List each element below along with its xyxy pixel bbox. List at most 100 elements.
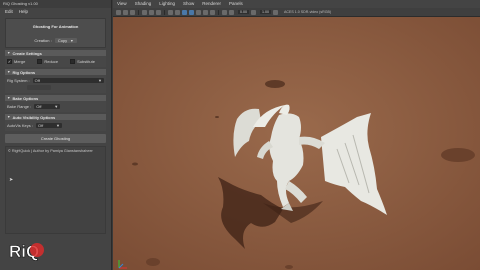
creation-label: Creation : — [34, 38, 52, 43]
ghosting-tool-panel: RiQ Ghosting v1.00 Edit Help Ghosting Fo… — [0, 0, 112, 270]
merge-checkbox[interactable]: ✓ — [7, 59, 12, 64]
creation-row: Creation : Copy ▼ — [6, 38, 105, 43]
creation-value: Copy — [57, 38, 68, 43]
pebble — [132, 162, 138, 166]
collapse-arrow-icon: ▼ — [7, 51, 11, 55]
logo-badge-icon — [30, 243, 44, 257]
credits-text: © RigHQuick | Author by Pamiya Gianstans… — [8, 149, 93, 153]
menu-lighting[interactable]: Lighting — [159, 1, 175, 7]
xray-icon[interactable] — [210, 9, 215, 15]
caret-down-icon: ▼ — [55, 123, 60, 128]
merge-option[interactable]: ✓ Merge — [7, 58, 25, 65]
rig-system-row: Rig System : Off ▼ — [7, 77, 104, 84]
bake-options-title: Bake Options — [12, 95, 39, 101]
collapse-arrow-icon: ▼ — [7, 115, 11, 119]
isolate-icon[interactable] — [222, 9, 227, 15]
rig-options-title: Rig Options — [12, 69, 36, 75]
rock — [146, 258, 160, 266]
shadows-icon[interactable] — [196, 9, 201, 15]
rock — [285, 265, 293, 269]
autovis-keys-label: AutoVis Keys : — [7, 123, 33, 128]
reduce-checkbox[interactable] — [37, 59, 43, 64]
menu-edit[interactable]: Edit — [5, 9, 13, 15]
toolbar-divider — [138, 9, 139, 15]
panel-footer: © RigHQuick | Author by Pamiya Gianstans… — [5, 146, 106, 234]
colorspace-label[interactable]: ACES 1.0 SDR-video (sRGB) — [284, 10, 331, 14]
select-camera-icon[interactable] — [116, 9, 121, 15]
create-settings-section: ▼ Create Settings ✓ Merge Reduce Substit… — [5, 50, 106, 67]
ghosting-header: Ghosting For Animation Creation : Copy ▼ — [5, 18, 106, 48]
grid-icon[interactable] — [142, 9, 147, 15]
toolbar-divider — [164, 9, 165, 15]
3d-viewport[interactable] — [113, 17, 480, 270]
collapse-arrow-icon: ▼ — [7, 96, 11, 100]
bake-options-body: Bake Range : Off ▼ — [5, 101, 106, 112]
toolbar-divider — [218, 9, 219, 15]
bake-range-label: Bake Range : — [7, 104, 32, 109]
exposure-field[interactable]: 0.00 — [238, 10, 249, 14]
substitute-label: Substitute — [77, 59, 95, 64]
lock-camera-icon[interactable] — [123, 9, 128, 15]
reduce-label: Reduce — [44, 59, 59, 64]
autovis-keys-dropdown[interactable]: Off ▼ — [35, 123, 62, 128]
panel-menubar: Edit Help — [0, 8, 111, 16]
exposure-icon[interactable] — [229, 9, 234, 15]
window-title: RiQ Ghosting v1.00 — [0, 0, 111, 8]
viewport-menubar: View Shading Lighting Show Renderer Pane… — [113, 0, 480, 8]
bake-options-section: ▼ Bake Options Bake Range : Off ▼ — [5, 95, 106, 112]
rock — [441, 148, 475, 162]
substitute-checkbox[interactable] — [70, 59, 76, 64]
ambient-occlusion-icon[interactable] — [203, 9, 208, 15]
caret-down-icon: ▼ — [98, 78, 102, 83]
create-settings-body: ✓ Merge Reduce Substitute — [5, 56, 106, 67]
collapse-arrow-icon: ▼ — [7, 70, 11, 74]
riq-logo: RiQ — [9, 242, 44, 261]
gamma-field[interactable]: 1.00 — [260, 10, 271, 14]
caret-down-icon: ▼ — [70, 39, 74, 43]
create-options-row: ✓ Merge Reduce Substitute — [7, 58, 104, 65]
menu-view[interactable]: View — [117, 1, 127, 7]
rig-system-value: Off — [34, 78, 40, 83]
pebble — [215, 116, 219, 118]
scene — [113, 17, 480, 270]
merge-label: Merge — [14, 59, 26, 64]
bake-range-dropdown[interactable]: Off ▼ — [34, 104, 61, 109]
rig-name-field[interactable] — [27, 85, 51, 90]
textured-icon[interactable] — [182, 9, 187, 15]
color-management-icon[interactable] — [273, 9, 278, 15]
lights-icon[interactable] — [189, 9, 194, 15]
menu-help[interactable]: Help — [19, 9, 28, 15]
menu-show[interactable]: Show — [183, 1, 194, 7]
cursor-icon: ➤ — [9, 177, 14, 183]
creation-dropdown[interactable]: Copy ▼ — [54, 38, 77, 43]
auto-visibility-body: AutoVis Keys : Off ▼ — [5, 120, 106, 131]
gamma-icon[interactable] — [251, 9, 256, 15]
caret-down-icon: ▼ — [54, 104, 59, 109]
film-gate-icon[interactable] — [149, 9, 154, 15]
autovis-keys-row: AutoVis Keys : Off ▼ — [7, 122, 104, 129]
wireframe-icon[interactable] — [168, 9, 173, 15]
rig-system-dropdown[interactable]: Off ▼ — [32, 78, 104, 83]
substitute-option[interactable]: Substitute — [70, 58, 95, 65]
menu-renderer[interactable]: Renderer — [202, 1, 221, 7]
smooth-shade-icon[interactable] — [175, 9, 180, 15]
menu-panels[interactable]: Panels — [229, 1, 243, 7]
viewport-toolbar: 0.00 1.00 ACES 1.0 SDR-video (sRGB) — [113, 8, 480, 17]
rig-options-section: ▼ Rig Options Rig System : Off ▼ — [5, 69, 106, 93]
menu-shading[interactable]: Shading — [135, 1, 152, 7]
panel-heading: Ghosting For Animation — [32, 24, 79, 29]
resolution-gate-icon[interactable] — [156, 9, 161, 15]
create-ghosting-button[interactable]: Create Ghosting — [5, 134, 106, 143]
create-settings-title: Create Settings — [12, 50, 42, 56]
rock — [265, 80, 285, 88]
axis-gizmo-icon — [118, 260, 127, 269]
bookmark-icon[interactable] — [130, 9, 135, 15]
auto-visibility-title: Auto Visibility Options — [12, 114, 56, 120]
rig-options-body: Rig System : Off ▼ — [5, 75, 106, 93]
bake-range-value: Off — [36, 104, 42, 109]
rig-system-label: Rig System : — [7, 78, 30, 83]
reduce-option[interactable]: Reduce — [37, 58, 58, 65]
auto-visibility-section: ▼ Auto Visibility Options AutoVis Keys :… — [5, 114, 106, 131]
autovis-keys-value: Off — [37, 123, 44, 128]
bake-range-row: Bake Range : Off ▼ — [7, 103, 104, 110]
